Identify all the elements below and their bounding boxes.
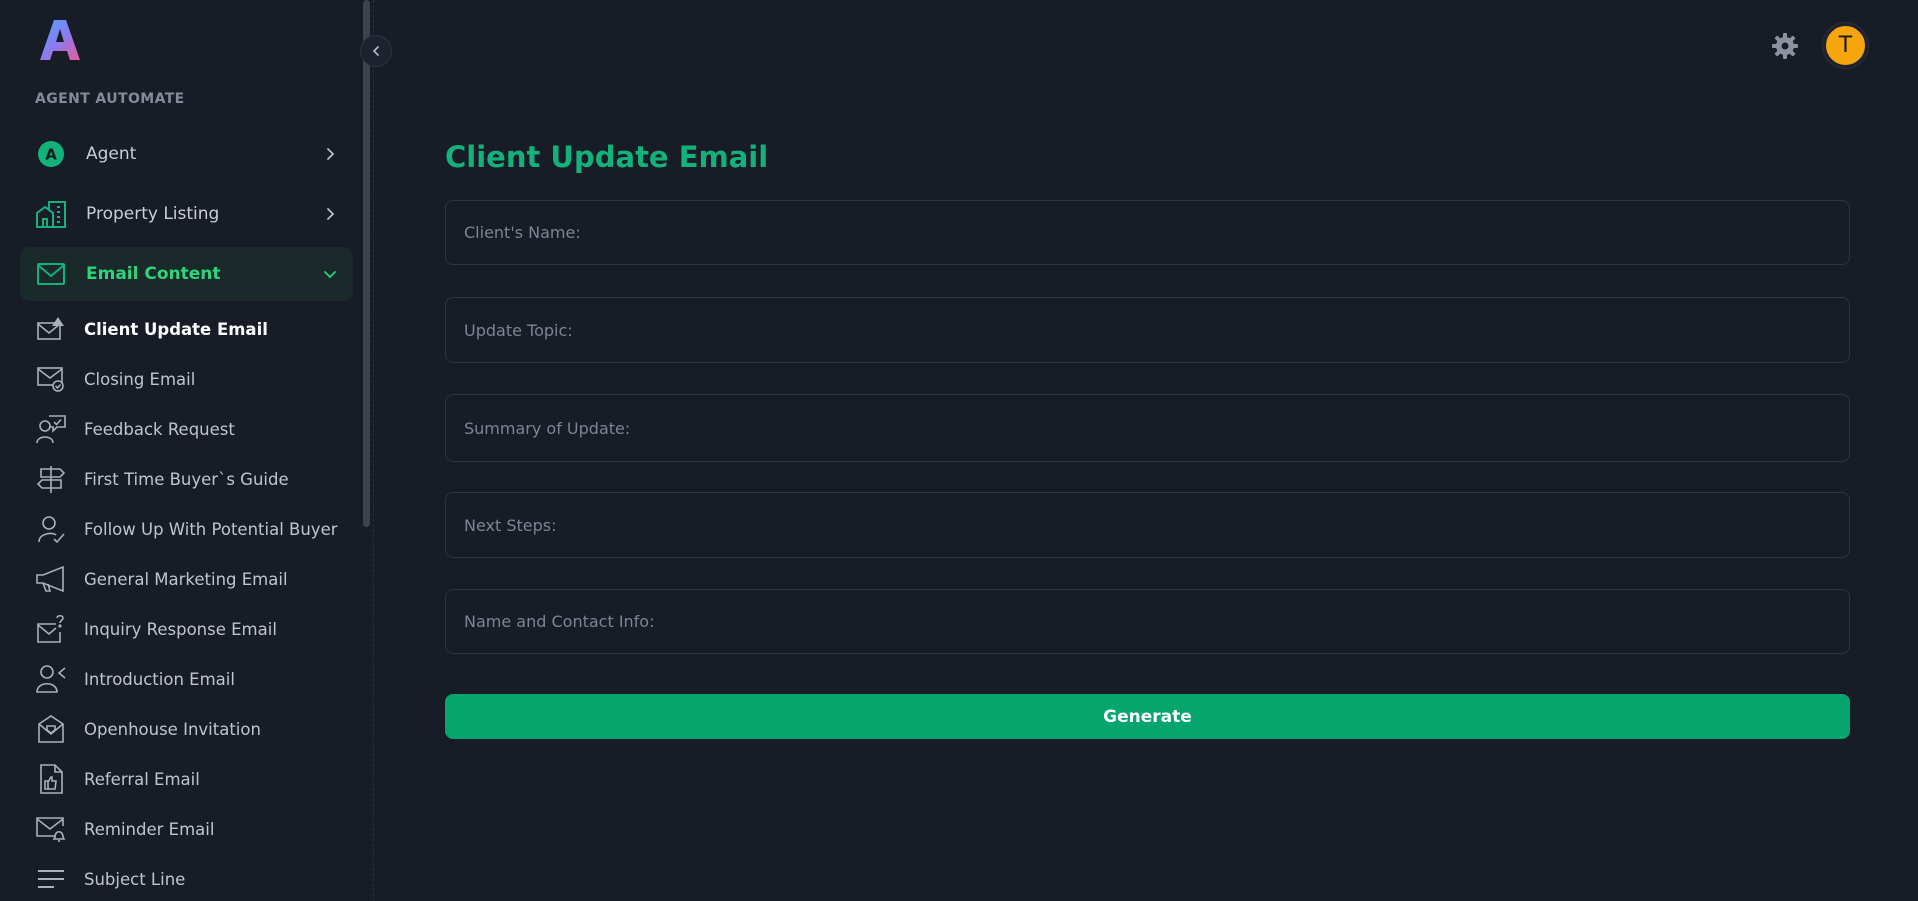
chevron-down-icon	[324, 271, 336, 279]
submenu-item-label: General Marketing Email	[84, 569, 288, 589]
submenu-item-label: Client Update Email	[84, 319, 268, 339]
mail-bell-icon	[34, 812, 68, 846]
svg-text:A: A	[45, 146, 57, 164]
sidebar: AGENT AUTOMATE A Agent Property Listing …	[0, 0, 374, 901]
next-steps-input[interactable]	[464, 493, 1849, 557]
user-feedback-icon	[34, 412, 68, 446]
submenu-item-reminder-email[interactable]: Reminder Email	[34, 809, 354, 849]
gear-icon[interactable]	[1770, 31, 1800, 61]
submenu-item-first-time-buyer-guide[interactable]: First Time Buyer`s Guide	[34, 459, 354, 499]
submenu-item-label: Subject Line	[84, 869, 186, 889]
avatar-initial: T	[1838, 33, 1853, 58]
chevron-right-icon	[327, 208, 335, 220]
submenu-item-client-update-email[interactable]: Client Update Email	[34, 309, 354, 349]
submenu-item-label: Openhouse Invitation	[84, 719, 261, 739]
submenu-item-openhouse-invitation[interactable]: Openhouse Invitation	[34, 709, 354, 749]
mail-icon	[34, 257, 68, 291]
menu-item-agent[interactable]: A Agent	[20, 127, 353, 181]
submenu-item-introduction-email[interactable]: Introduction Email	[34, 659, 354, 699]
mail-question-icon	[34, 612, 68, 646]
menu-item-label: Agent	[86, 144, 137, 164]
mail-check-icon	[34, 362, 68, 396]
next-steps-field[interactable]	[445, 492, 1850, 558]
submenu-item-subject-line[interactable]: Subject Line	[34, 859, 354, 899]
lines-icon	[34, 862, 68, 896]
submenu-item-label: Follow Up With Potential Buyer	[84, 519, 338, 539]
page-title: Client Update Email	[445, 140, 769, 174]
submenu-item-general-marketing-email[interactable]: General Marketing Email	[34, 559, 354, 599]
name-contact-info-field[interactable]	[445, 589, 1850, 654]
update-topic-input[interactable]	[464, 298, 1849, 362]
app: AGENT AUTOMATE A Agent Property Listing …	[0, 0, 1918, 901]
user-check-icon	[34, 512, 68, 546]
menu-item-property-listing[interactable]: Property Listing	[20, 187, 353, 241]
building-icon	[34, 197, 68, 231]
submenu-item-feedback-request[interactable]: Feedback Request	[34, 409, 354, 449]
menu-item-label: Property Listing	[86, 204, 220, 224]
submenu-item-follow-up-potential-buyer[interactable]: Follow Up With Potential Buyer	[34, 509, 354, 549]
name-contact-info-input[interactable]	[464, 590, 1849, 653]
submenu-item-label: First Time Buyer`s Guide	[84, 469, 289, 489]
submenu-item-label: Introduction Email	[84, 669, 235, 689]
thumbs-up-file-icon	[34, 762, 68, 796]
chevron-left-icon	[372, 46, 379, 56]
submenu-item-label: Referral Email	[84, 769, 200, 789]
mail-alert-icon	[34, 312, 68, 346]
user-wave-icon	[34, 662, 68, 696]
client-name-field[interactable]	[445, 200, 1850, 265]
megaphone-icon	[34, 562, 68, 596]
menu-item-label: Email Content	[86, 264, 221, 284]
summary-of-update-input[interactable]	[464, 395, 1849, 461]
sidebar-collapse-button[interactable]	[360, 35, 392, 67]
signpost-icon	[34, 462, 68, 496]
app-logo-icon[interactable]	[38, 18, 82, 62]
submenu-item-label: Reminder Email	[84, 819, 215, 839]
submenu-item-label: Inquiry Response Email	[84, 619, 277, 639]
chevron-right-icon	[327, 148, 335, 160]
submenu-item-inquiry-response-email[interactable]: Inquiry Response Email	[34, 609, 354, 649]
section-label: AGENT AUTOMATE	[35, 91, 185, 107]
submenu-item-label: Feedback Request	[84, 419, 235, 439]
agent-badge-icon: A	[34, 137, 68, 171]
client-name-input[interactable]	[464, 201, 1849, 264]
submenu-item-referral-email[interactable]: Referral Email	[34, 759, 354, 799]
sidebar-scrollbar[interactable]	[363, 0, 370, 527]
open-mail-icon	[34, 712, 68, 746]
menu-item-email-content[interactable]: Email Content	[20, 247, 353, 301]
submenu-item-label: Closing Email	[84, 369, 196, 389]
summary-of-update-field[interactable]	[445, 394, 1850, 462]
update-topic-field[interactable]	[445, 297, 1850, 363]
submenu-item-closing-email[interactable]: Closing Email	[34, 359, 354, 399]
generate-button[interactable]: Generate	[445, 694, 1850, 739]
user-avatar[interactable]: T	[1823, 23, 1868, 68]
